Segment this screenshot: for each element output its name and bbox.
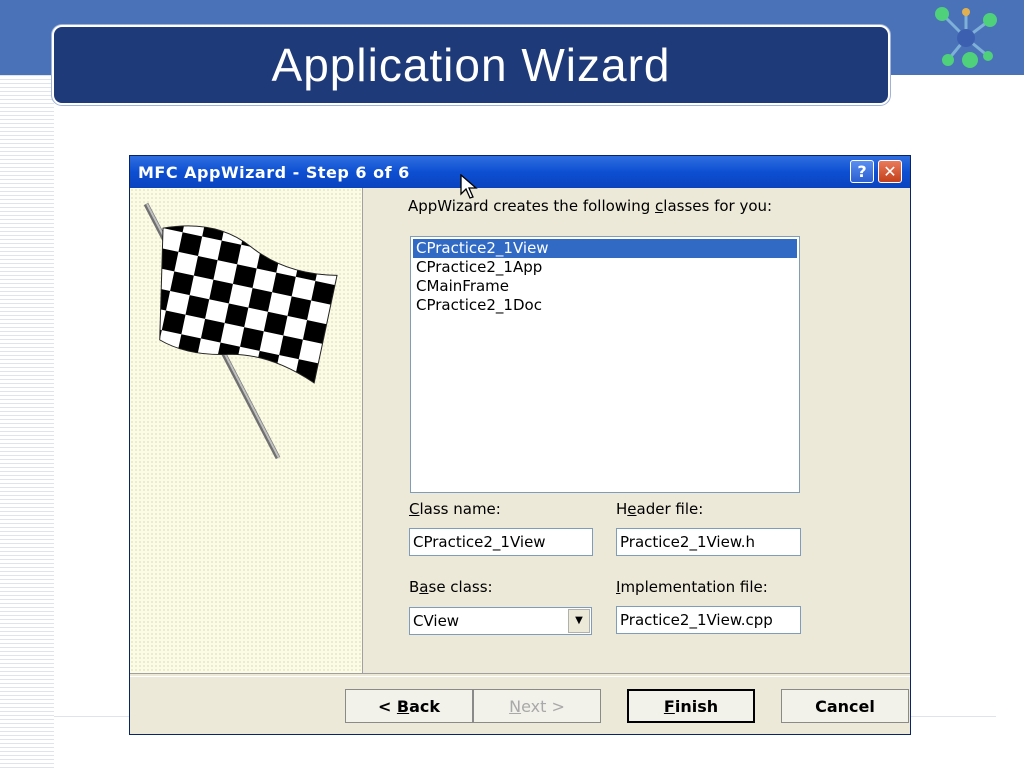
finish-button-mnemonic: F — [663, 696, 675, 716]
class-name-label-rest: lass name: — [419, 500, 501, 518]
header-file-label-b: ader file: — [636, 500, 704, 518]
implementation-file-label-rest: mplementation file: — [620, 578, 768, 596]
close-icon[interactable]: ✕ — [878, 160, 902, 183]
molecule-icon — [935, 7, 997, 68]
finish-button-rest: inish — [674, 696, 719, 716]
mouse-cursor-icon — [460, 174, 478, 199]
base-class-label: Base class: — [409, 578, 493, 596]
back-button-prefix: < — [377, 696, 397, 716]
base-class-combo[interactable]: CView ▼ — [409, 607, 592, 635]
header-file-label: Header file: — [616, 500, 703, 518]
list-item[interactable]: CPractice2_1App — [413, 258, 797, 277]
dialog-title: MFC AppWizard - Step 6 of 6 — [138, 162, 410, 182]
next-button-rest: ext > — [521, 696, 565, 716]
next-button-mnemonic: N — [509, 696, 522, 716]
back-button-mnemonic: B — [396, 696, 410, 716]
dropdown-arrow-icon[interactable]: ▼ — [568, 609, 590, 633]
button-separator — [130, 673, 910, 677]
header-file-label-mnemonic: e — [627, 500, 637, 518]
back-button[interactable]: < Back — [345, 689, 473, 723]
classes-label-part2: lasses for you: — [663, 197, 773, 215]
list-item[interactable]: CPractice2_1View — [413, 239, 797, 258]
class-name-field[interactable]: CPractice2_1View — [409, 528, 593, 556]
wizard-art-panel — [130, 188, 363, 673]
implementation-file-label: Implementation file: — [616, 578, 768, 596]
slide-title-panel: Application Wizard — [52, 25, 890, 105]
help-button-label: ? — [857, 162, 867, 181]
classes-label-part1: AppWizard creates the following — [408, 197, 656, 215]
checkered-flag-icon — [143, 202, 338, 460]
classes-listbox[interactable]: CPractice2_1View CPractice2_1App CMainFr… — [410, 236, 800, 493]
classes-label: AppWizard creates the following classes … — [408, 198, 800, 215]
list-item[interactable]: CPractice2_1Doc — [413, 296, 797, 315]
header-file-label-a: H — [616, 500, 628, 518]
finish-button[interactable]: Finish — [627, 689, 755, 723]
close-button-label: ✕ — [883, 162, 897, 181]
header-file-field[interactable]: Practice2_1View.h — [616, 528, 801, 556]
slide-title: Application Wizard — [271, 39, 671, 91]
list-item[interactable]: CMainFrame — [413, 277, 797, 296]
class-name-label: Class name: — [409, 500, 501, 518]
base-class-label-a: B — [409, 578, 420, 596]
implementation-file-field[interactable]: Practice2_1View.cpp — [616, 606, 801, 634]
class-name-label-mnemonic: C — [409, 500, 420, 518]
help-icon[interactable]: ? — [850, 160, 874, 183]
slide-left-stripes — [0, 75, 54, 768]
base-class-value: CView — [413, 612, 460, 630]
cancel-button[interactable]: Cancel — [781, 689, 909, 723]
next-button[interactable]: Next > — [473, 689, 601, 723]
mfc-appwizard-dialog: MFC AppWizard - Step 6 of 6 ? ✕ AppWizar… — [129, 155, 911, 735]
back-button-rest: ack — [409, 696, 441, 716]
dialog-titlebar[interactable]: MFC AppWizard - Step 6 of 6 ? ✕ — [130, 156, 910, 188]
base-class-label-b: se class: — [428, 578, 493, 596]
base-class-label-mnemonic: a — [419, 578, 429, 596]
